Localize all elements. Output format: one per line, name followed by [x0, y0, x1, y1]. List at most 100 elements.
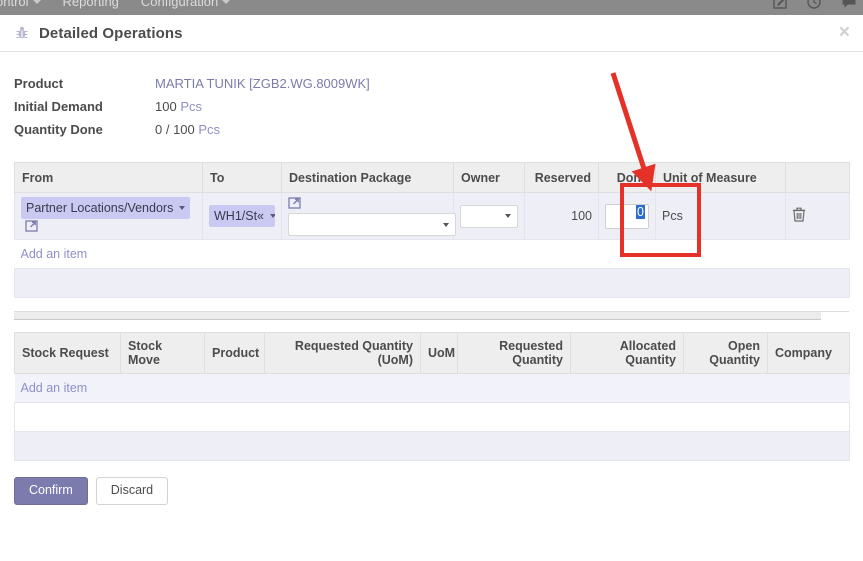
info-row-product: Product MARTIA TUNIK [ZGB2.WG.8009WK] [14, 76, 863, 99]
add-item-row[interactable]: Add an item [14, 239, 850, 269]
navbar-menu-reporting[interactable]: Reporting [59, 0, 123, 9]
quantity-done-unit: Pcs [198, 122, 221, 137]
external-link-icon[interactable] [288, 196, 302, 213]
destination-package-select[interactable] [288, 213, 456, 236]
column-header-destination-package[interactable]: Destination Package [281, 162, 454, 193]
column-header-unit-of-measure[interactable]: Unit of Measure [655, 162, 786, 193]
column-header-actions [785, 162, 850, 193]
quantity-done-value: 0 / 100 [155, 122, 195, 137]
info-label-initial-demand: Initial Demand [14, 99, 103, 114]
chevron-down-icon [270, 214, 275, 218]
dialog-header: Detailed Operations × [0, 15, 863, 52]
scrollbar-track[interactable] [14, 311, 849, 321]
column-header-open-quantity[interactable]: Open Quantity [683, 332, 768, 374]
confirm-button[interactable]: Confirm [14, 477, 88, 505]
navbar-menu-configuration-label: Configuration [140, 0, 219, 9]
stock-header-row: Stock Request Stock Move Product Request… [14, 332, 850, 374]
column-header-done[interactable]: Done [598, 162, 656, 193]
cell-done: 0 [598, 192, 656, 240]
external-link-icon[interactable] [25, 219, 39, 236]
product-link[interactable]: MARTIA TUNIK [ZGB2.WG.8009WK] [155, 76, 370, 91]
navbar-icon-group [773, 0, 857, 9]
column-header-to[interactable]: To [202, 162, 282, 193]
stock-table-wrap: Stock Request Stock Move Product Request… [0, 332, 863, 461]
navbar-menu-control-label: ontrol [0, 0, 29, 9]
navbar-menu-configuration[interactable]: Configuration [137, 0, 234, 9]
chevron-down-icon [443, 222, 449, 227]
navbar-menu-list: ontrol Reporting Configuration [0, 0, 234, 9]
to-location-value: WH1/St« [214, 209, 265, 223]
column-header-stock-move[interactable]: Stock Move [120, 332, 205, 374]
operations-table: From To Destination Package Owner Reserv… [14, 162, 850, 298]
owner-select[interactable] [460, 204, 518, 228]
column-header-owner[interactable]: Owner [453, 162, 525, 193]
page-title: Detailed Operations [39, 24, 183, 42]
cell-owner [453, 192, 525, 240]
discard-button[interactable]: Discard [95, 477, 169, 505]
done-input-value: 0 [636, 204, 645, 219]
add-item-cell: Add an item [14, 373, 850, 403]
close-icon[interactable]: × [835, 21, 854, 44]
operations-table-wrap: From To Destination Package Owner Reserv… [0, 162, 863, 298]
spacer-row [14, 402, 850, 432]
stock-request-table: Stock Request Stock Move Product Request… [14, 332, 850, 461]
edit-pencil-icon[interactable] [773, 0, 787, 9]
add-an-item-link[interactable]: Add an item [21, 247, 88, 261]
operations-header-row: From To Destination Package Owner Reserv… [14, 162, 850, 193]
done-input[interactable]: 0 [605, 203, 649, 229]
chevron-down-icon [179, 205, 186, 210]
empty-filler-row [14, 431, 850, 461]
empty-filler-row [14, 268, 850, 298]
clock-icon[interactable] [807, 0, 821, 9]
add-an-item-link[interactable]: Add an item [21, 381, 88, 395]
cell-destination-package [281, 192, 456, 240]
column-header-uom[interactable]: UoM [420, 332, 458, 374]
info-label-product: Product [14, 76, 64, 91]
cell-reserved: 100 [524, 192, 599, 240]
column-header-requested-quantity[interactable]: Requested Quantity [457, 332, 571, 374]
to-location-select[interactable]: WH1/St« [209, 205, 275, 227]
info-value-initial-demand: 100 Pcs [155, 99, 202, 114]
info-label-quantity-done: Quantity Done [14, 122, 103, 137]
horizontal-scrollbar[interactable] [14, 311, 849, 321]
top-navbar: ontrol Reporting Configuration [0, 0, 863, 15]
column-header-stock-request[interactable]: Stock Request [14, 332, 121, 374]
product-info: Product MARTIA TUNIK [ZGB2.WG.8009WK] In… [0, 52, 863, 145]
cell-unit-of-measure: Pcs [655, 192, 786, 240]
add-item-cell: Add an item [14, 239, 850, 269]
info-value-quantity-done: 0 / 100 Pcs [155, 122, 220, 137]
info-row-quantity-done: Quantity Done 0 / 100 Pcs [14, 122, 863, 145]
cell-to: WH1/St« [202, 192, 282, 240]
cell-delete [785, 192, 850, 240]
info-row-initial-demand: Initial Demand 100 Pcs [14, 99, 863, 122]
from-location-value: Partner Locations/Vendors [26, 200, 174, 215]
empty-filler-cell [14, 431, 850, 461]
column-header-product[interactable]: Product [204, 332, 265, 374]
table-row: Partner Locations/Vendors WH1/St« 100 0 … [14, 192, 850, 240]
column-header-allocated-quantity[interactable]: Allocated Quantity [570, 332, 684, 374]
navbar-menu-control[interactable]: ontrol [0, 0, 45, 9]
chevron-down-icon [505, 214, 511, 218]
navbar-menu-reporting-label: Reporting [62, 0, 119, 9]
dialog-body: Product MARTIA TUNIK [ZGB2.WG.8009WK] In… [0, 52, 863, 505]
cell-from: Partner Locations/Vendors [14, 192, 203, 240]
chevron-down-icon [32, 0, 41, 4]
scrollbar-thumb[interactable] [821, 312, 849, 321]
info-value-product: MARTIA TUNIK [ZGB2.WG.8009WK] [155, 76, 370, 91]
bug-icon [14, 25, 30, 41]
add-item-row[interactable]: Add an item [14, 373, 850, 403]
spacer-cell [14, 402, 850, 432]
chevron-down-icon [222, 0, 231, 4]
dialog-footer: Confirm Discard [0, 461, 863, 505]
empty-filler-cell [14, 268, 850, 298]
from-location-select[interactable]: Partner Locations/Vendors [21, 196, 191, 219]
detailed-operations-dialog: Detailed Operations × Product MARTIA TUN… [0, 15, 863, 561]
column-header-requested-quantity-uom[interactable]: Requested Quantity (UoM) [264, 332, 421, 374]
column-header-from[interactable]: From [14, 162, 203, 193]
column-header-reserved[interactable]: Reserved [524, 162, 599, 193]
initial-demand-unit: Pcs [180, 99, 202, 114]
trash-icon[interactable] [792, 207, 843, 225]
chat-bubble-icon[interactable] [841, 0, 857, 9]
column-header-company[interactable]: Company [767, 332, 850, 374]
initial-demand-value: 100 [155, 99, 177, 114]
